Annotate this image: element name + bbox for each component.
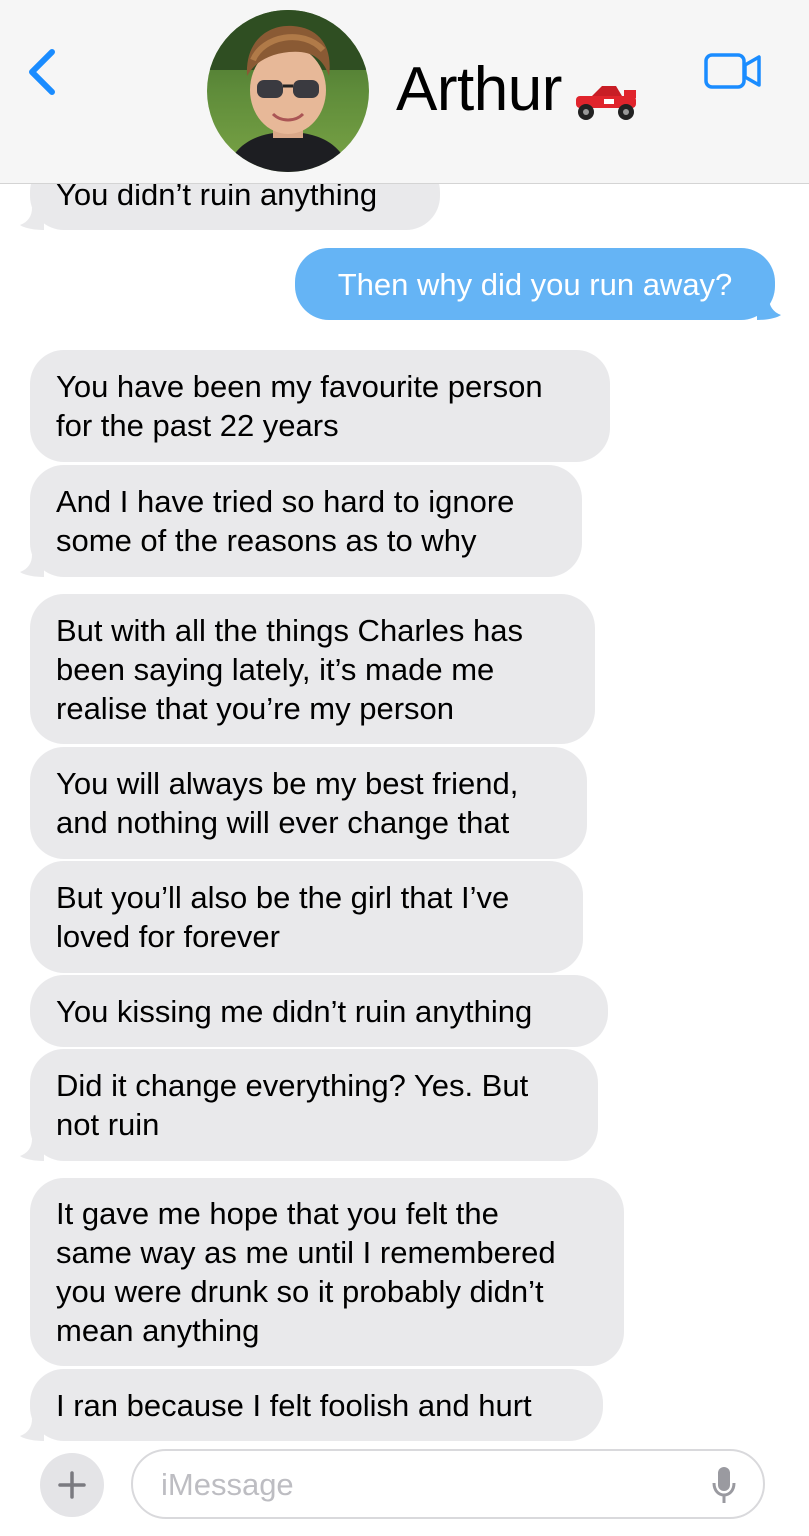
plus-button[interactable] — [40, 1453, 104, 1517]
message-bubble: Did it change everything? Yes. But not r… — [30, 1049, 598, 1161]
message-bubble: It gave me hope that you felt the same w… — [30, 1178, 624, 1366]
message-input[interactable]: iMessage — [131, 1449, 765, 1519]
message-input-placeholder: iMessage — [161, 1467, 294, 1502]
message-bubble: You kissing me didn’t ruin anything — [30, 975, 608, 1047]
avatar[interactable] — [207, 10, 369, 172]
message-bubble: You have been my favourite person for th… — [30, 350, 610, 462]
racing-car-icon — [576, 86, 636, 120]
contact-name[interactable]: Arthur — [396, 52, 562, 128]
plus-icon — [58, 1471, 86, 1499]
message-bubble: I ran because I felt foolish and hurt — [30, 1369, 603, 1441]
video-camera-icon[interactable] — [704, 52, 762, 90]
conversation-header: Arthur — [0, 0, 809, 184]
bubble-tail — [20, 208, 44, 230]
message-bubble: But you’ll also be the girl that I’ve lo… — [30, 861, 583, 973]
avatar-photo — [207, 10, 369, 172]
message-bubble: You will always be my best friend, and n… — [30, 747, 587, 859]
bubble-tail — [20, 1419, 44, 1441]
message-bubble: And I have tried so hard to ignore some … — [30, 465, 582, 577]
message-bubble: Then why did you run away? — [295, 248, 775, 320]
bubble-tail — [20, 555, 44, 577]
microphone-icon[interactable] — [711, 1465, 737, 1505]
bubble-tail — [757, 298, 781, 320]
message-thread[interactable]: You didn’t ruin anything Then why did yo… — [0, 0, 809, 1445]
chevron-left-icon[interactable] — [22, 46, 62, 98]
message-bubble: But with all the things Charles has been… — [30, 594, 595, 744]
bubble-tail — [20, 1139, 44, 1161]
